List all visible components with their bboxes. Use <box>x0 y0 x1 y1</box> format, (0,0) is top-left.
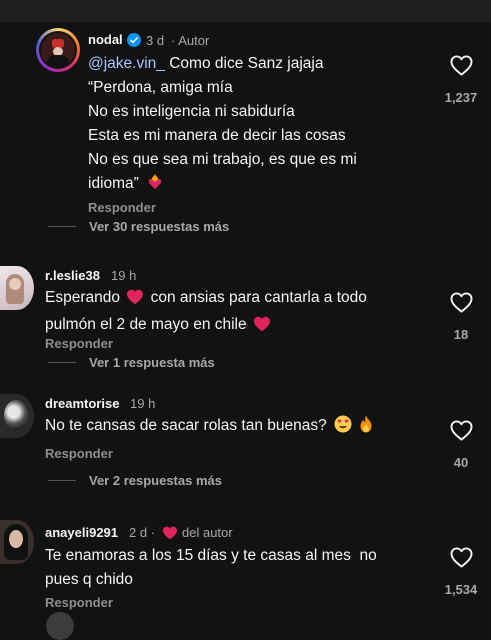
heart-outline-icon[interactable] <box>450 55 473 76</box>
text-line: pues q chido <box>45 571 133 588</box>
text-line: idioma” <box>88 175 139 192</box>
like-count: 40 <box>453 455 469 470</box>
like-count: 18 <box>453 327 469 342</box>
top-bar <box>0 0 491 22</box>
username[interactable]: dreamtorise <box>45 396 119 411</box>
text-line: No es inteligencia ni sabiduría <box>88 103 295 120</box>
author-tag: · Autor <box>171 33 210 48</box>
avatar[interactable] <box>46 612 74 640</box>
text-line: No es que sea mi trabajo, es que es mi <box>88 151 357 168</box>
heart-outline-icon[interactable] <box>450 420 473 441</box>
username[interactable]: nodal <box>88 32 123 47</box>
text-line: Como dice Sanz jajaja <box>169 55 324 72</box>
reply-button[interactable]: Responder <box>45 446 113 461</box>
text-line: No te cansas de sacar rolas tan buenas? <box>45 417 327 434</box>
heart-outline-icon[interactable] <box>450 547 473 568</box>
comment-text: Te enamoras a los 15 días y te casas al … <box>45 544 377 592</box>
timestamp: 2 d · <box>129 525 156 540</box>
comment-text: No te cansas de sacar rolas tan buenas? <box>45 414 374 441</box>
fire-emoji <box>358 415 374 441</box>
replies-divider <box>48 480 76 481</box>
replies-divider <box>48 362 76 363</box>
view-more-replies[interactable]: Ver 1 respuesta más <box>89 355 215 370</box>
replies-divider <box>48 226 76 227</box>
reply-button[interactable]: Responder <box>88 200 156 215</box>
view-more-replies[interactable]: Ver 30 respuestas más <box>89 219 229 234</box>
avatar[interactable] <box>0 266 34 310</box>
timestamp: 19 h <box>130 396 156 411</box>
username[interactable]: r.leslie38 <box>45 268 100 283</box>
avatar[interactable] <box>0 520 34 564</box>
text-line: “Perdona, amiga mía <box>88 79 233 96</box>
like-count: 1,237 <box>444 90 478 105</box>
red-heart-icon <box>162 526 178 545</box>
author-like-label: del autor <box>182 525 233 540</box>
reply-button[interactable]: Responder <box>45 336 113 351</box>
text-line: pulmón el 2 de mayo en chile <box>45 316 247 333</box>
timestamp: 19 h <box>111 268 137 283</box>
timestamp: 3 d <box>146 33 165 48</box>
red-heart-emoji <box>126 289 144 313</box>
like-count: 1,534 <box>444 582 478 597</box>
heart-on-fire-emoji <box>146 173 164 199</box>
mention-link[interactable]: @jake.vin_ <box>88 55 165 72</box>
view-more-replies[interactable]: Ver 2 respuestas más <box>89 473 222 488</box>
heart-eyes-emoji <box>334 415 352 441</box>
verified-badge-icon <box>127 33 141 52</box>
comment-text: Esperando con ansias para cantarla a tod… <box>45 286 367 340</box>
heart-outline-icon[interactable] <box>450 292 473 313</box>
reply-button[interactable]: Responder <box>45 595 113 610</box>
avatar[interactable] <box>36 28 80 72</box>
avatar[interactable] <box>0 394 34 438</box>
text-line: con ansias para cantarla a todo <box>150 289 367 306</box>
comment-text: @jake.vin_ Como dice Sanz jajaja “Perdon… <box>88 52 357 199</box>
text-line: Esperando <box>45 289 120 306</box>
red-heart-emoji <box>253 316 271 340</box>
text-line: Te enamoras a los 15 días y te casas al … <box>45 547 377 564</box>
text-line: Esta es mi manera de decir las cosas <box>88 127 346 144</box>
username[interactable]: anayeli9291 <box>45 525 118 540</box>
